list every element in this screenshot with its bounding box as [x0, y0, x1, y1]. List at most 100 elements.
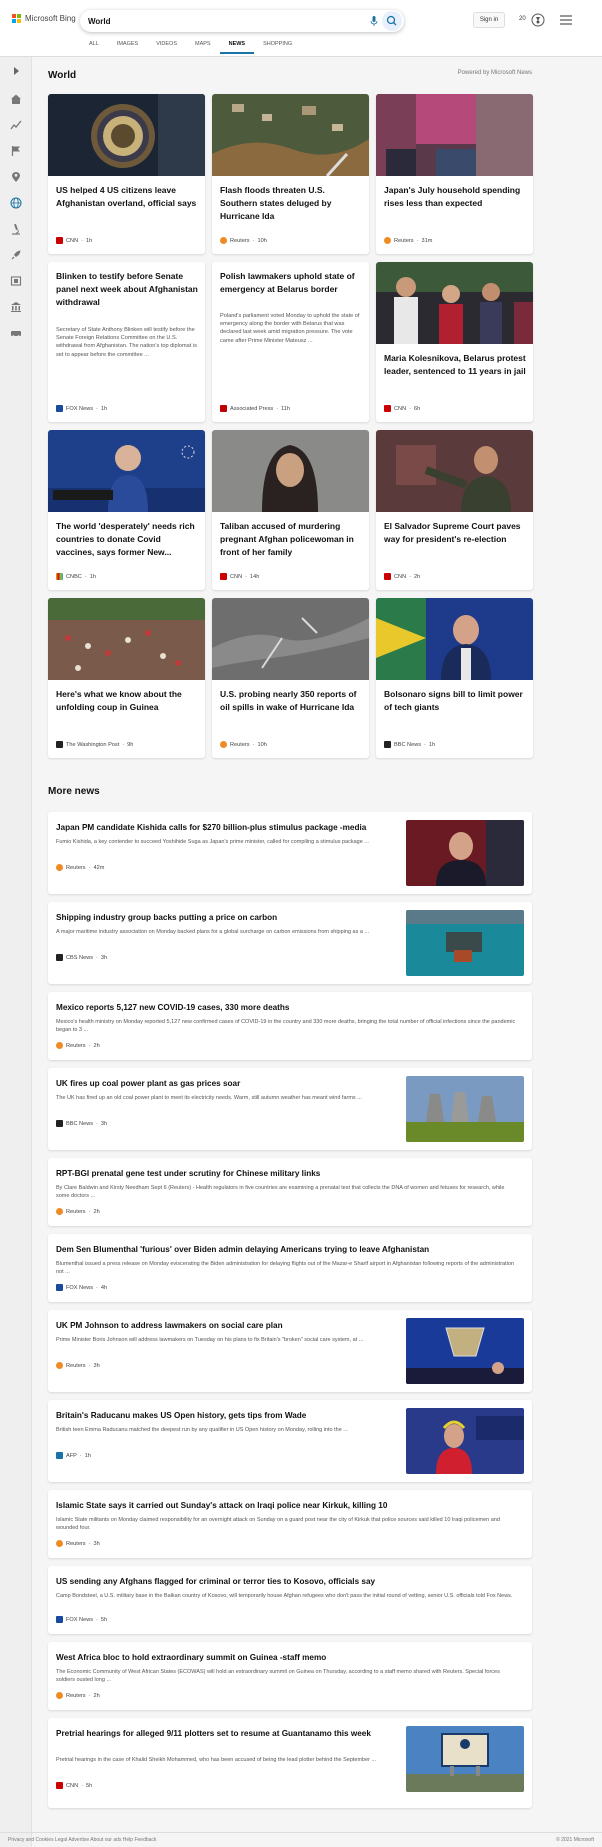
- source-name: Reuters: [66, 1692, 86, 1699]
- footer-links[interactable]: Privacy and Cookies Legal Advertise Abou…: [8, 1837, 156, 1843]
- item-source: FOX News · 4h: [56, 1284, 107, 1291]
- item-title[interactable]: Islamic State says it carried out Sunday…: [56, 1500, 516, 1512]
- news-card[interactable]: Here's what we know about the unfolding …: [48, 598, 205, 758]
- search-input[interactable]: [88, 14, 288, 28]
- rewards-count[interactable]: 20: [519, 16, 526, 22]
- sign-in-button[interactable]: Sign in: [473, 12, 505, 28]
- more-news-item[interactable]: UK fires up coal power plant as gas pric…: [48, 1068, 532, 1150]
- card-title[interactable]: Flash floods threaten U.S. Southern stat…: [220, 184, 362, 223]
- news-card[interactable]: Japan's July household spending rises le…: [376, 94, 533, 254]
- bbc-news-logo-icon: [384, 741, 391, 748]
- item-title[interactable]: Japan PM candidate Kishida calls for $27…: [56, 822, 396, 834]
- section-title-more-news: More news: [48, 786, 100, 797]
- tab-videos[interactable]: VIDEOS: [147, 40, 186, 54]
- card-title[interactable]: Bolsonaro signs bill to limit power of t…: [384, 688, 526, 714]
- card-title[interactable]: Polish lawmakers uphold state of emergen…: [220, 270, 362, 296]
- rocket-icon[interactable]: [10, 249, 22, 261]
- header-divider: [0, 56, 602, 57]
- more-news-item[interactable]: Pretrial hearings for alleged 9/11 plott…: [48, 1718, 532, 1808]
- flag-icon[interactable]: [10, 145, 22, 157]
- item-title[interactable]: Britain's Raducanu makes US Open history…: [56, 1410, 396, 1422]
- card-title[interactable]: Here's what we know about the unfolding …: [56, 688, 198, 714]
- microphone-icon[interactable]: [368, 15, 380, 27]
- item-title[interactable]: Mexico reports 5,127 new COVID-19 cases,…: [56, 1002, 516, 1014]
- more-news-item[interactable]: Dem Sen Blumenthal 'furious' over Biden …: [48, 1234, 532, 1302]
- more-news-item[interactable]: Islamic State says it carried out Sunday…: [48, 1490, 532, 1558]
- item-title[interactable]: RPT-BGI prenatal gene test under scrutin…: [56, 1168, 516, 1180]
- globe-icon[interactable]: [10, 197, 22, 209]
- source-name: FOX News: [66, 405, 94, 412]
- source-name: The Washington Post: [66, 741, 120, 748]
- search-box[interactable]: [80, 10, 404, 32]
- news-card[interactable]: Taliban accused of murdering pregnant Af…: [212, 430, 369, 590]
- bing-logo[interactable]: Microsoft Bing: [12, 14, 76, 23]
- card-title[interactable]: Taliban accused of murdering pregnant Af…: [220, 520, 362, 559]
- item-title[interactable]: West Africa bloc to hold extraordinary s…: [56, 1652, 516, 1664]
- card-title[interactable]: U.S. probing nearly 350 reports of oil s…: [220, 688, 362, 714]
- card-title[interactable]: Blinken to testify before Senate panel n…: [56, 270, 198, 309]
- item-snippet: Camp Bondsteel, a U.S. military base in …: [56, 1593, 513, 1599]
- card-title[interactable]: US helped 4 US citizens leave Afghanista…: [56, 184, 198, 210]
- logo-text: Microsoft Bing: [25, 14, 76, 23]
- news-sidebar: [0, 57, 32, 1847]
- more-news-item[interactable]: West Africa bloc to hold extraordinary s…: [48, 1642, 532, 1710]
- news-card[interactable]: U.S. probing nearly 350 reports of oil s…: [212, 598, 369, 758]
- news-card[interactable]: Polish lawmakers uphold state of emergen…: [212, 262, 369, 422]
- news-card[interactable]: Bolsonaro signs bill to limit power of t…: [376, 598, 533, 758]
- more-news-item[interactable]: Japan PM candidate Kishida calls for $27…: [48, 812, 532, 894]
- more-news-item[interactable]: Mexico reports 5,127 new COVID-19 cases,…: [48, 992, 532, 1060]
- microscope-icon[interactable]: [10, 223, 22, 235]
- tab-maps[interactable]: MAPS: [186, 40, 220, 54]
- card-title[interactable]: El Salvador Supreme Court paves way for …: [384, 520, 526, 546]
- news-card[interactable]: The world 'desperately' needs rich count…: [48, 430, 205, 590]
- news-card[interactable]: El Salvador Supreme Court paves way for …: [376, 430, 533, 590]
- associated-press-logo-icon: [220, 405, 227, 412]
- microsoft-logo-icon: [12, 14, 21, 23]
- tab-images[interactable]: IMAGES: [108, 40, 147, 54]
- item-title[interactable]: Pretrial hearings for alleged 9/11 plott…: [56, 1728, 396, 1740]
- card-title[interactable]: Japan's July household spending rises le…: [384, 184, 526, 210]
- more-news-item[interactable]: RPT-BGI prenatal gene test under scrutin…: [48, 1158, 532, 1226]
- card-title[interactable]: Maria Kolesnikova, Belarus protest leade…: [384, 352, 526, 378]
- item-title[interactable]: UK PM Johnson to address lawmakers on so…: [56, 1320, 396, 1332]
- trending-icon[interactable]: [10, 119, 22, 131]
- card-source: CNN · 1h: [56, 237, 92, 244]
- search-button[interactable]: [382, 11, 402, 31]
- source-name: BBC News: [394, 741, 422, 748]
- card-title[interactable]: The world 'desperately' needs rich count…: [56, 520, 198, 559]
- location-pin-icon[interactable]: [10, 171, 22, 183]
- more-news-item[interactable]: UK PM Johnson to address lawmakers on so…: [48, 1310, 532, 1392]
- source-time: 2h: [93, 1692, 100, 1699]
- fox-news-logo-icon: [56, 405, 63, 412]
- more-news-item[interactable]: Shipping industry group backs putting a …: [48, 902, 532, 984]
- item-title[interactable]: Dem Sen Blumenthal 'furious' over Biden …: [56, 1244, 516, 1256]
- hamburger-menu-icon[interactable]: [560, 15, 572, 25]
- more-news-item[interactable]: Britain's Raducanu makes US Open history…: [48, 1400, 532, 1482]
- expand-arrow-icon[interactable]: [10, 65, 22, 77]
- tab-all[interactable]: ALL: [80, 40, 108, 54]
- item-title[interactable]: US sending any Afghans flagged for crimi…: [56, 1576, 516, 1588]
- car-icon[interactable]: [10, 327, 22, 339]
- news-card[interactable]: Blinken to testify before Senate panel n…: [48, 262, 205, 422]
- guantanamo-sign-image: [406, 1726, 524, 1792]
- home-icon[interactable]: [10, 93, 22, 105]
- news-card[interactable]: Maria Kolesnikova, Belarus protest leade…: [376, 262, 533, 422]
- news-card[interactable]: US helped 4 US citizens leave Afghanista…: [48, 94, 205, 254]
- item-source: CNN · 5h: [56, 1782, 92, 1789]
- source-time: 9h: [127, 741, 134, 748]
- film-icon[interactable]: [10, 275, 22, 287]
- powered-by-label[interactable]: Powered by Microsoft News: [458, 70, 532, 76]
- more-news-item[interactable]: US sending any Afghans flagged for crimi…: [48, 1566, 532, 1634]
- tab-shopping[interactable]: SHOPPING: [254, 40, 301, 54]
- news-card[interactable]: Flash floods threaten U.S. Southern stat…: [212, 94, 369, 254]
- rewards-medal-icon[interactable]: [531, 13, 545, 27]
- bank-icon[interactable]: [10, 301, 22, 313]
- cbs-news-logo-icon: [56, 954, 63, 961]
- page-footer: Privacy and Cookies Legal Advertise Abou…: [0, 1832, 602, 1847]
- item-title[interactable]: Shipping industry group backs putting a …: [56, 912, 396, 924]
- source-name: CNN: [66, 1782, 79, 1789]
- card-source: CNN · 6h: [384, 405, 420, 412]
- item-title[interactable]: UK fires up coal power plant as gas pric…: [56, 1078, 396, 1090]
- tab-news[interactable]: NEWS: [219, 40, 255, 54]
- reuters-logo-icon: [220, 237, 227, 244]
